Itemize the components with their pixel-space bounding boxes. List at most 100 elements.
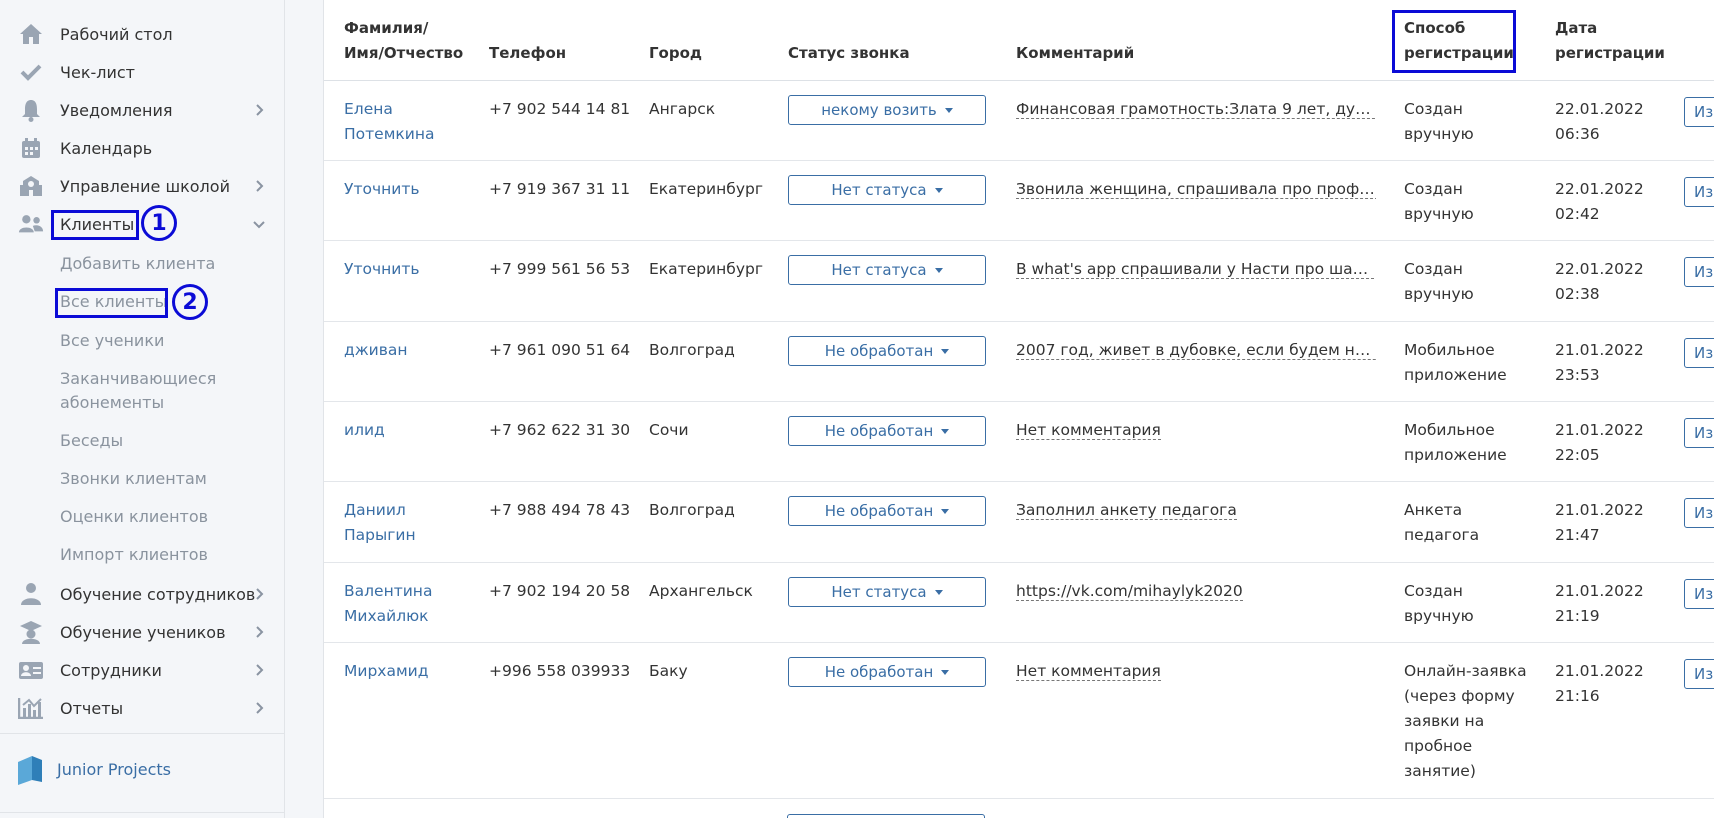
client-name-line: Парыгин [344,526,416,544]
registration-method-line: заявки на [1404,712,1485,730]
client-name-link[interactable]: Уточнить [344,257,420,282]
edit-button[interactable]: Из [1684,418,1714,448]
phone-cell: +7 919 367 31 11 [489,180,631,198]
sidebar-item-checklist[interactable]: Чек-лист [0,54,285,90]
client-name-line: илид [344,421,385,439]
comment-editable[interactable]: Заполнил анкету педагога [1016,501,1237,520]
registration-method-line: вручную [1404,125,1474,143]
registration-method-line: (через форму [1404,687,1515,705]
submenu-expiring-subscriptions[interactable]: Заканчивающиеся абонементы [60,367,250,415]
edit-button[interactable]: Из [1684,659,1714,689]
edit-button[interactable]: Из [1684,579,1714,609]
call-status-dropdown[interactable]: Нет статуса [788,255,986,285]
registration-method-line: Мобильное [1404,421,1495,439]
sidebar: Рабочий стол Чек-лист Уведомления Календ… [0,0,285,818]
edit-button[interactable]: Из [1684,498,1714,528]
submenu-add-client[interactable]: Добавить клиента [60,252,215,276]
registration-date-line: 21.01.2022 [1555,421,1644,439]
table-row: Даниил Парыгин +7 988 494 78 43 Волгоград Не… [324,482,1714,563]
call-status-dropdown[interactable]: Не обработан [788,416,986,446]
comment-editable[interactable]: В what's app спрашивали у Насти про шахм… [1016,260,1376,279]
registration-date-cell: 21.01.2022 22:05 [1555,418,1644,468]
call-status-dropdown[interactable]: Не обработан [788,336,986,366]
comment-editable[interactable]: https://vk.com/mihaylyk2020 [1016,582,1243,601]
brand-logo[interactable] [16,754,44,786]
registration-date-line: 02:42 [1555,205,1600,223]
call-status-dropdown[interactable]: Не обработан [788,496,986,526]
status-dropdown-partial[interactable] [787,814,985,818]
registration-date-line: 02:38 [1555,285,1600,303]
sidebar-item-notifications[interactable]: Уведомления [0,92,285,128]
comment-cell: Заполнил анкету педагога [1016,498,1376,523]
column-header-name[interactable]: Фамилия/ Имя/Отчество [344,16,463,66]
column-header-registration-date[interactable]: Дата регистрации [1555,16,1665,66]
registration-method-cell: Создан вручную [1404,579,1474,629]
comment-editable[interactable]: Финансовая грамотность:Злата 9 лет, дума… [1016,100,1376,119]
comment-editable[interactable]: 2007 год, живет в дубовке, если будем на… [1016,341,1376,360]
client-name-link[interactable]: дживан [344,338,408,363]
registration-date-line: 22.01.2022 [1555,180,1644,198]
column-header-date-line2: регистрации [1555,44,1665,62]
call-status-dropdown[interactable]: некому возить [788,95,986,125]
graduation-cap-icon [18,619,44,645]
client-name-line: Михайлюк [344,607,429,625]
chevron-right-icon [252,701,266,715]
sidebar-item-calendar[interactable]: Календарь [0,130,285,166]
registration-method-cell: Мобильное приложение [1404,418,1507,468]
client-name-link[interactable]: Мирхамид [344,659,428,684]
client-name-link[interactable]: Валентина Михайлюк [344,579,432,629]
edit-button[interactable]: Из [1684,97,1714,127]
call-status-dropdown[interactable]: Не обработан [788,657,986,687]
registration-date-line: 21.01.2022 [1555,662,1644,680]
annotation-box-clients [51,210,139,240]
sidebar-item-reports[interactable]: Отчеты [0,690,285,726]
client-name-link[interactable]: Уточнить [344,177,420,202]
sidebar-item-school-management[interactable]: Управление школой [0,168,285,204]
edit-button[interactable]: Из [1684,177,1714,207]
call-status-label: Не обработан [824,502,934,520]
comment-editable[interactable]: Нет комментария [1016,421,1161,440]
client-name-line: Уточнить [344,260,420,278]
edit-button[interactable]: Из [1684,338,1714,368]
column-header-comment[interactable]: Комментарий [1016,41,1134,66]
registration-date-line: 22.01.2022 [1555,260,1644,278]
client-name-link[interactable]: Даниил Парыгин [344,498,416,548]
chevron-right-icon [252,625,266,639]
sidebar-item-desktop[interactable]: Рабочий стол [0,16,285,52]
submenu-all-students[interactable]: Все ученики [60,329,164,353]
column-header-city[interactable]: Город [649,41,702,66]
registration-date-line: 21:16 [1555,687,1600,705]
submenu-client-ratings[interactable]: Оценки клиентов [60,505,208,529]
comment-editable[interactable]: Нет комментария [1016,662,1161,681]
comment-editable[interactable]: Звонила женщина, спрашивала про профгид [1016,180,1376,199]
call-status-dropdown[interactable]: Нет статуса [788,577,986,607]
registration-date-cell: 21.01.2022 21:19 [1555,579,1644,629]
table-row: Мирхамид +996 558 039933 Баку Не обработан Н… [324,643,1714,799]
registration-date-line: 21.01.2022 [1555,341,1644,359]
submenu-import-clients[interactable]: Импорт клиентов [60,543,208,567]
registration-date-line: 22:05 [1555,446,1600,464]
phone-cell: +7 988 494 78 43 [489,501,631,519]
comment-cell: Финансовая грамотность:Злата 9 лет, дума… [1016,97,1376,122]
client-name-line: дживан [344,341,408,359]
phone-cell: +7 962 622 31 30 [489,421,631,439]
brand-name[interactable]: Junior Projects [57,760,171,779]
column-header-phone[interactable]: Телефон [489,41,566,66]
city-cell: Волгоград [649,501,735,519]
sidebar-item-label: Рабочий стол [60,24,173,44]
client-name-link[interactable]: илид [344,418,385,443]
sidebar-item-staff-training[interactable]: Обучение сотрудников [0,576,285,612]
column-header-status[interactable]: Статус звонка [788,41,910,66]
sidebar-item-employees[interactable]: Сотрудники [0,652,285,688]
edit-button[interactable]: Из [1684,257,1714,287]
annotation-box-all-clients [55,288,168,318]
comment-cell: 2007 год, живет в дубовке, если будем на… [1016,338,1376,363]
call-status-label: некому возить [821,101,937,119]
users-icon [18,211,44,237]
submenu-conversations[interactable]: Беседы [60,429,123,453]
call-status-dropdown[interactable]: Нет статуса [788,175,986,205]
submenu-client-calls[interactable]: Звонки клиентам [60,467,207,491]
client-name-link[interactable]: Елена Потемкина [344,97,434,147]
sidebar-item-student-training[interactable]: Обучение учеников [0,614,285,650]
column-header-name-line2: Имя/Отчество [344,44,464,62]
